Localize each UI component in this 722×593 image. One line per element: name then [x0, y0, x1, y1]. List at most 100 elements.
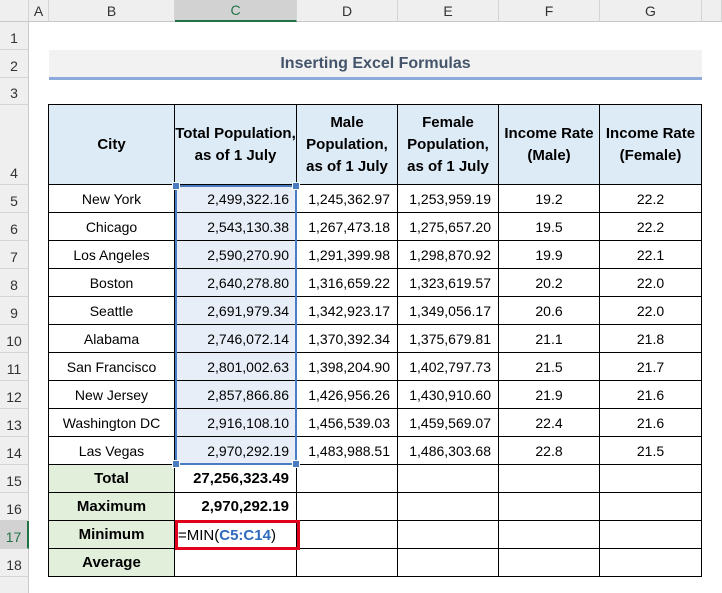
row-header-2[interactable]: 2	[0, 50, 29, 78]
row-header-1[interactable]: 1	[0, 22, 29, 50]
header-cell[interactable]: Male Population, as of 1 July	[296, 104, 398, 185]
summary-label[interactable]: Average	[48, 548, 175, 577]
data-cell[interactable]: 21.1	[498, 324, 600, 353]
data-cell[interactable]: 1,426,956.26	[296, 380, 398, 409]
data-cell[interactable]: 21.9	[498, 380, 600, 409]
header-cell[interactable]: Income Rate (Female)	[599, 104, 702, 185]
empty-cell[interactable]	[599, 492, 702, 521]
data-cell[interactable]: 2,970,292.19	[174, 436, 297, 465]
empty-cell[interactable]	[498, 548, 600, 577]
data-cell[interactable]: 1,298,870.92	[397, 240, 499, 269]
column-header-f[interactable]: F	[499, 0, 600, 22]
data-cell[interactable]: 1,430,910.60	[397, 380, 499, 409]
data-cell[interactable]: 22.0	[599, 296, 702, 325]
empty-cell[interactable]	[397, 520, 499, 549]
data-cell[interactable]: 20.2	[498, 268, 600, 297]
data-cell[interactable]: 2,640,278.80	[174, 268, 297, 297]
data-cell[interactable]: 1,486,303.68	[397, 436, 499, 465]
data-cell[interactable]: 1,253,959.19	[397, 184, 499, 213]
row-header-3[interactable]: 3	[0, 78, 29, 105]
data-cell[interactable]: 22.4	[498, 408, 600, 437]
row-header-14[interactable]: 14	[0, 437, 29, 465]
summary-value[interactable]: 2,970,292.19	[174, 492, 297, 521]
data-cell[interactable]: 1,483,988.51	[296, 436, 398, 465]
city-cell[interactable]: Los Angeles	[48, 240, 175, 269]
data-cell[interactable]: 1,456,539.03	[296, 408, 398, 437]
empty-cell[interactable]	[296, 464, 398, 493]
data-cell[interactable]: 2,691,979.34	[174, 296, 297, 325]
data-cell[interactable]: 1,291,399.98	[296, 240, 398, 269]
row-header-17[interactable]: 17	[0, 521, 29, 549]
select-all-corner[interactable]	[0, 0, 29, 22]
data-cell[interactable]: 2,916,108.10	[174, 408, 297, 437]
empty-cell[interactable]	[296, 548, 398, 577]
row-header-7[interactable]: 7	[0, 241, 29, 269]
row-header-12[interactable]: 12	[0, 381, 29, 409]
city-cell[interactable]: Boston	[48, 268, 175, 297]
data-cell[interactable]: 21.8	[599, 324, 702, 353]
city-cell[interactable]: Alabama	[48, 324, 175, 353]
data-cell[interactable]: 1,402,797.73	[397, 352, 499, 381]
empty-cell[interactable]	[599, 464, 702, 493]
empty-cell[interactable]	[498, 492, 600, 521]
row-header-13[interactable]: 13	[0, 409, 29, 437]
empty-cell[interactable]	[296, 520, 398, 549]
summary-label[interactable]: Minimum	[48, 520, 175, 549]
data-cell[interactable]: 1,459,569.07	[397, 408, 499, 437]
row-header-4[interactable]: 4	[0, 105, 29, 185]
data-cell[interactable]: 21.5	[599, 436, 702, 465]
row-header-9[interactable]: 9	[0, 297, 29, 325]
data-cell[interactable]: 2,857,866.86	[174, 380, 297, 409]
header-cell[interactable]: Total Population, as of 1 July	[174, 104, 297, 185]
data-cell[interactable]: 1,267,473.18	[296, 212, 398, 241]
city-cell[interactable]: San Francisco	[48, 352, 175, 381]
data-cell[interactable]: 21.6	[599, 408, 702, 437]
data-cell[interactable]: 1,323,619.57	[397, 268, 499, 297]
data-cell[interactable]: 1,342,923.17	[296, 296, 398, 325]
row-header-16[interactable]: 16	[0, 493, 29, 521]
empty-cell[interactable]	[498, 520, 600, 549]
data-cell[interactable]: 21.6	[599, 380, 702, 409]
empty-cell[interactable]	[599, 548, 702, 577]
city-cell[interactable]: New York	[48, 184, 175, 213]
city-cell[interactable]: Washington DC	[48, 408, 175, 437]
city-cell[interactable]: Chicago	[48, 212, 175, 241]
data-cell[interactable]: 19.5	[498, 212, 600, 241]
data-cell[interactable]: 21.5	[498, 352, 600, 381]
column-header-e[interactable]: E	[398, 0, 499, 22]
data-cell[interactable]: 19.2	[498, 184, 600, 213]
data-cell[interactable]: 1,375,679.81	[397, 324, 499, 353]
data-cell[interactable]: 2,590,270.90	[174, 240, 297, 269]
row-header-6[interactable]: 6	[0, 213, 29, 241]
row-header-15[interactable]: 15	[0, 465, 29, 493]
summary-value[interactable]: 27,256,323.49	[174, 464, 297, 493]
data-cell[interactable]: 19.9	[498, 240, 600, 269]
data-cell[interactable]: 1,316,659.22	[296, 268, 398, 297]
empty-cell[interactable]	[498, 464, 600, 493]
data-cell[interactable]: 21.7	[599, 352, 702, 381]
empty-cell[interactable]	[397, 464, 499, 493]
column-header-d[interactable]: D	[297, 0, 398, 22]
empty-cell[interactable]	[296, 492, 398, 521]
column-header-a[interactable]: A	[29, 0, 49, 22]
empty-cell[interactable]	[397, 548, 499, 577]
data-cell[interactable]: 1,370,392.34	[296, 324, 398, 353]
column-header-g[interactable]: G	[600, 0, 702, 22]
data-cell[interactable]: 22.2	[599, 184, 702, 213]
data-cell[interactable]: 20.6	[498, 296, 600, 325]
empty-cell[interactable]	[397, 492, 499, 521]
data-cell[interactable]: 2,499,322.16	[174, 184, 297, 213]
row-header-11[interactable]: 11	[0, 353, 29, 381]
formula-cell-c17[interactable]: =MIN(C5:C14)	[175, 520, 300, 550]
data-cell[interactable]: 22.0	[599, 268, 702, 297]
row-header-5[interactable]: 5	[0, 185, 29, 213]
data-cell[interactable]: 2,543,130.38	[174, 212, 297, 241]
data-cell[interactable]: 1,245,362.97	[296, 184, 398, 213]
empty-cell[interactable]	[599, 520, 702, 549]
summary-value[interactable]	[174, 548, 297, 577]
data-cell[interactable]: 2,801,002.63	[174, 352, 297, 381]
city-cell[interactable]: Seattle	[48, 296, 175, 325]
data-cell[interactable]: 22.8	[498, 436, 600, 465]
header-cell[interactable]: Income Rate (Male)	[498, 104, 600, 185]
data-cell[interactable]: 2,746,072.14	[174, 324, 297, 353]
